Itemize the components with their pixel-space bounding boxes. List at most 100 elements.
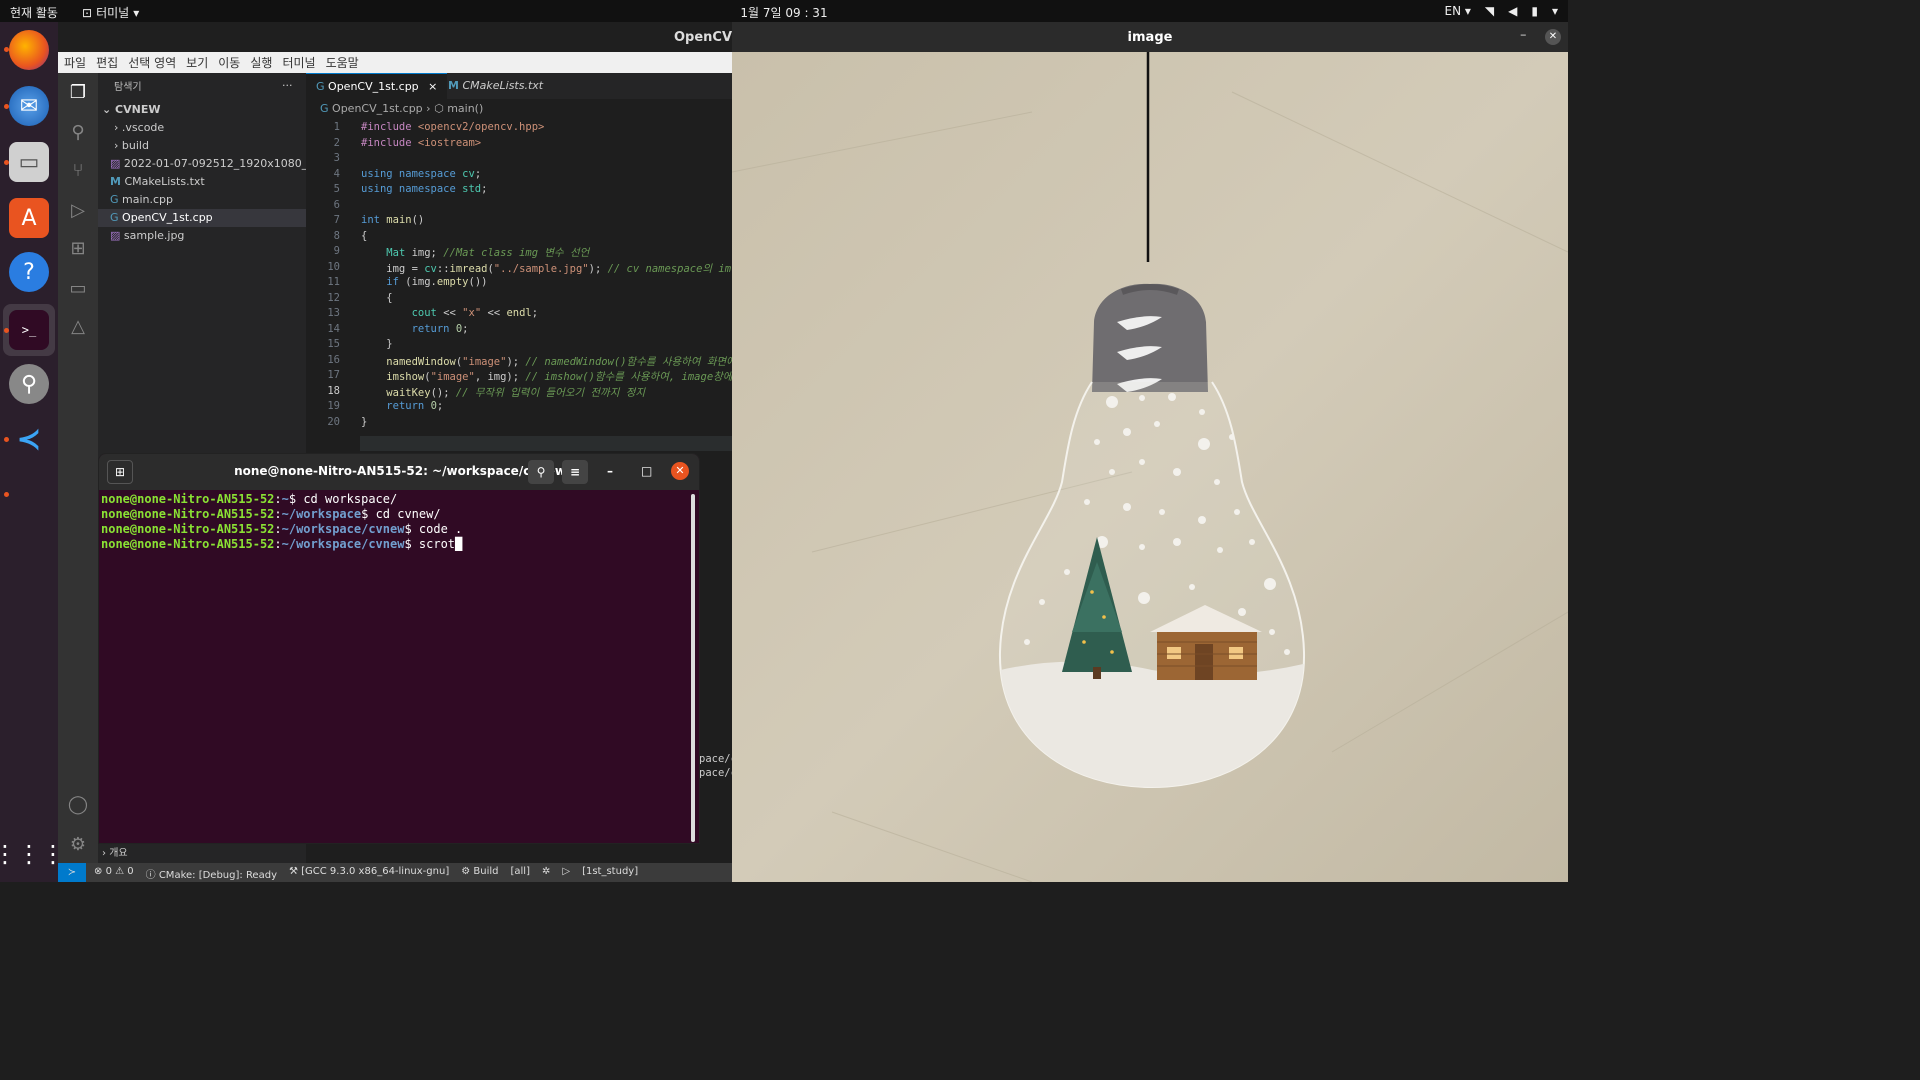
menu-run[interactable]: 실행 — [250, 54, 272, 71]
search-icon[interactable]: ⚲ — [528, 460, 554, 484]
image-window-title: image — [1127, 30, 1173, 45]
run-debug-icon[interactable]: ▷ — [66, 199, 90, 223]
tree-item-main-cpp[interactable]: G main.cpp — [110, 191, 318, 209]
opencv-image-window: image – ✕ — [732, 22, 1568, 882]
files-icon[interactable]: ▭ — [9, 142, 49, 182]
app-menu-label: 터미널 — [96, 6, 130, 20]
tree-item-build[interactable]: › build — [114, 137, 322, 155]
kit-status[interactable]: ⚒ [GCC 9.3.0 x86_64-linux-gnu] — [289, 866, 449, 881]
cpp-file-icon: G — [110, 193, 119, 206]
gear-icon[interactable]: ⚙ — [66, 833, 90, 857]
cpp-file-icon: G — [316, 80, 325, 93]
thunderbird-icon[interactable]: ✉ — [9, 86, 49, 126]
close-icon[interactable]: ✕ — [1545, 29, 1561, 45]
volume-icon: ◀ — [1508, 4, 1518, 18]
run-icon[interactable]: ▷ — [562, 866, 570, 881]
firefox-icon[interactable] — [9, 30, 49, 70]
terminal-icon: ⊡ — [82, 5, 93, 20]
menu-file[interactable]: 파일 — [64, 54, 86, 71]
more-actions-icon[interactable]: ··· — [282, 77, 302, 95]
menu-help[interactable]: 도움말 — [326, 54, 359, 71]
battery-icon: ▮ — [1531, 4, 1538, 18]
status-items: ⊗ 0 ⚠ 0 ⓘ CMake: [Debug]: Ready ⚒ [GCC 9… — [94, 866, 638, 881]
wifi-icon: ◥ — [1484, 4, 1495, 18]
tab-cmakelists[interactable]: M CMakeLists.txt — [438, 73, 553, 99]
hamburger-menu-icon[interactable]: ≡ — [562, 460, 588, 484]
menu-view[interactable]: 보기 — [186, 54, 208, 71]
activities-button[interactable]: 현재 활동 — [10, 4, 58, 21]
terminal-line: none@none-Nitro-AN515-52:~/workspace$ cd… — [101, 507, 441, 521]
folder-cvnew[interactable]: ⌄ CVNEW — [102, 101, 310, 119]
breadcrumb-function[interactable]: main() — [447, 102, 483, 115]
help-icon[interactable]: ? — [9, 252, 49, 292]
vscode-menubar: 파일 편집 선택 영역 보기 이동 실행 터미널 도움말 — [58, 52, 732, 73]
source-control-icon[interactable]: ⑂ — [66, 159, 90, 183]
chevron-down-icon: ▾ — [1551, 4, 1558, 18]
menu-terminal[interactable]: 터미널 — [282, 54, 315, 71]
tree-item-sample-jpg[interactable]: ▨ sample.jpg — [110, 227, 318, 245]
image-window-titlebar: image – ✕ — [732, 22, 1568, 52]
debug-icon[interactable]: ✲ — [542, 866, 550, 881]
clock[interactable]: 1월 7일 09 : 31 — [0, 4, 1568, 21]
tab-opencv-1st[interactable]: G OpenCV_1st.cpp × — [306, 73, 448, 99]
terminal-line: none@none-Nitro-AN515-52:~/workspace/cvn… — [101, 537, 463, 551]
vscode-icon[interactable]: ≺ — [9, 419, 49, 459]
dock: ✉ ▭ A ? >_ ⚲ ≺ ⋮⋮⋮ — [0, 22, 65, 882]
tree-item-opencv-1st[interactable]: G OpenCV_1st.cpp — [98, 209, 306, 227]
code-editor[interactable]: 1 2 3 4 5 6 7 8 9 10 11 12 13 14 15 16 1… — [306, 119, 732, 479]
terminal-output[interactable]: none@none-Nitro-AN515-52:~$ cd workspace… — [101, 492, 691, 842]
maximize-icon[interactable]: □ — [641, 464, 652, 478]
cmake-icon[interactable]: △ — [66, 315, 90, 339]
terminal-line: none@none-Nitro-AN515-52:~$ cd workspace… — [101, 492, 398, 506]
tree-item-vscode[interactable]: › .vscode — [114, 119, 322, 137]
lightbulb-illustration — [732, 52, 1568, 882]
tree-item-cmakelists[interactable]: M CMakeLists.txt — [110, 173, 318, 191]
chevron-down-icon: ▾ — [133, 5, 140, 20]
software-center-icon[interactable]: A — [9, 198, 49, 238]
image-viewer-icon[interactable]: ⚲ — [9, 364, 49, 404]
menu-edit[interactable]: 편집 — [96, 54, 118, 71]
text-cursor: █ — [455, 537, 463, 551]
remote-explorer-icon[interactable]: ▭ — [66, 277, 90, 301]
new-tab-button[interactable]: ⊞ — [107, 460, 133, 484]
minimize-icon[interactable]: – — [1520, 28, 1527, 43]
cmake-status[interactable]: ⓘ CMake: [Debug]: Ready — [146, 866, 277, 881]
explorer-icon[interactable]: ❐ — [66, 81, 90, 105]
terminal-window: ⊞ none@none-Nitro-AN515-52: ~/workspace/… — [98, 453, 700, 844]
image-file-icon: ▨ — [110, 229, 121, 242]
account-icon[interactable]: ◯ — [66, 793, 90, 817]
scrollbar[interactable] — [691, 494, 695, 842]
cmake-file-icon: M — [448, 79, 459, 92]
problems-status[interactable]: ⊗ 0 ⚠ 0 — [94, 866, 134, 881]
launch-target-status[interactable]: [1st_study] — [582, 866, 638, 881]
cpp-file-icon: G — [320, 102, 329, 115]
extensions-icon[interactable]: ⊞ — [66, 237, 90, 261]
show-applications-icon[interactable]: ⋮⋮⋮ — [0, 834, 65, 874]
running-indicator — [4, 492, 9, 497]
input-language[interactable]: EN ▾ — [1444, 4, 1470, 18]
status-bar: ≻ ⊗ 0 ⚠ 0 ⓘ CMake: [Debug]: Ready ⚒ [GCC… — [58, 863, 732, 882]
search-icon[interactable]: ⚲ — [66, 121, 90, 145]
build-button[interactable]: ⚙ Build — [461, 866, 498, 881]
app-menu[interactable]: ⊡ 터미널 ▾ — [82, 4, 139, 21]
system-tray[interactable]: EN ▾ ◥ ◀ ▮ ▾ — [1444, 4, 1558, 18]
terminal-line: none@none-Nitro-AN515-52:~/workspace/cvn… — [101, 522, 463, 536]
function-icon: ⬡ — [434, 102, 444, 115]
menu-go[interactable]: 이동 — [218, 54, 240, 71]
image-file-icon: ▨ — [110, 157, 121, 170]
outline-section[interactable]: › 개요 — [102, 845, 310, 863]
target-status[interactable]: [all] — [510, 866, 530, 881]
top-bar: 현재 활동 ⊡ 터미널 ▾ 1월 7일 09 : 31 EN ▾ ◥ ◀ ▮ ▾ — [0, 0, 1568, 22]
breadcrumb: G OpenCV_1st.cpp › ⬡ main() — [320, 102, 484, 115]
close-icon[interactable]: × — [428, 80, 437, 93]
tree-item-screenshot[interactable]: ▨ 2022-01-07-092512_1920x1080_sc... — [110, 155, 318, 173]
cmake-file-icon: M — [110, 175, 121, 188]
menu-selection[interactable]: 선택 영역 — [128, 54, 176, 71]
breadcrumb-file[interactable]: OpenCV_1st.cpp — [332, 102, 423, 115]
vscode-title: OpenCV — [58, 22, 732, 52]
tab-bar: G OpenCV_1st.cpp × M CMakeLists.txt — [306, 73, 732, 99]
terminal-icon[interactable]: >_ — [9, 310, 49, 350]
remote-indicator-icon[interactable]: ≻ — [58, 863, 86, 882]
close-icon[interactable]: ✕ — [671, 462, 689, 480]
minimize-icon[interactable]: – — [607, 464, 613, 478]
